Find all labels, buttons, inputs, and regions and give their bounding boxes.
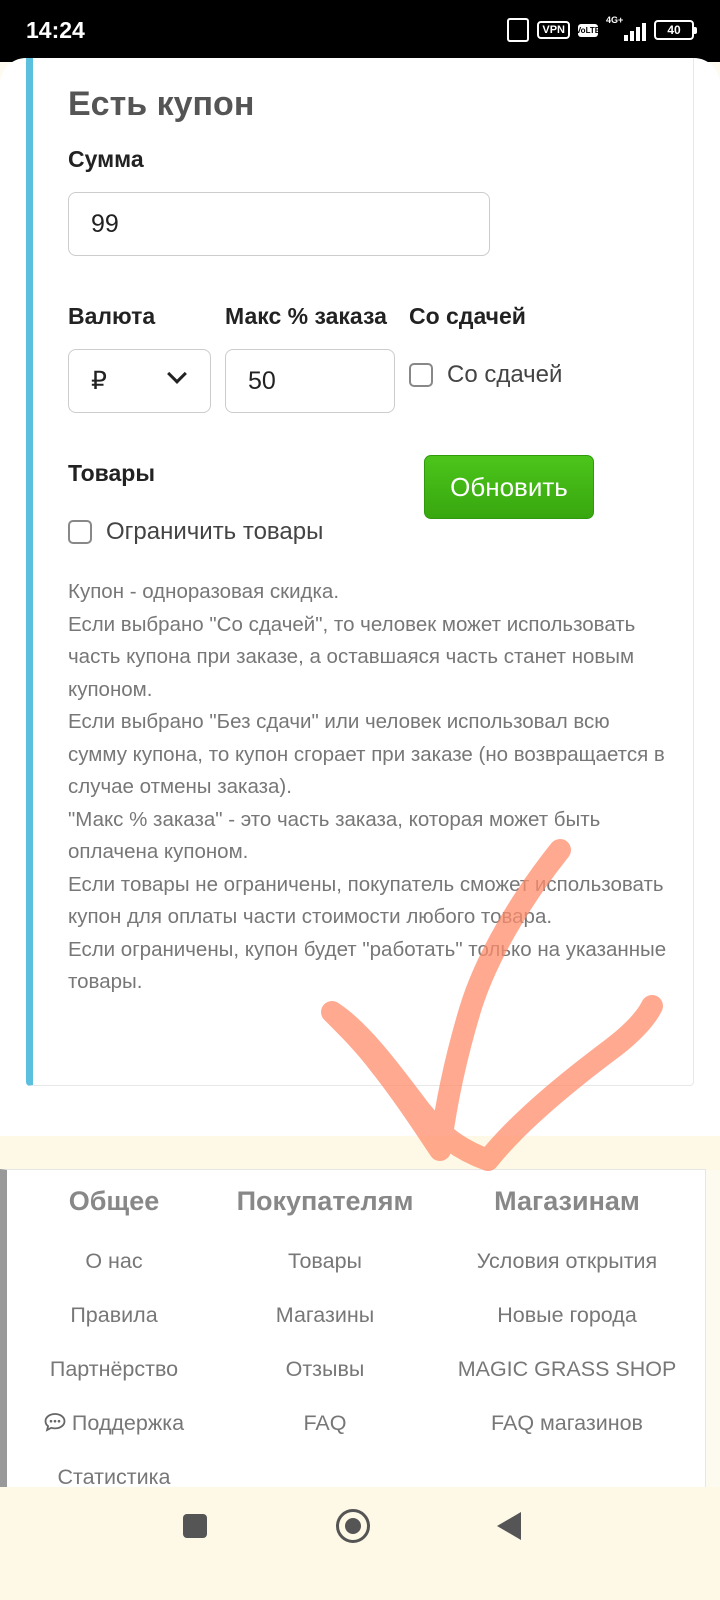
rotate-icon xyxy=(507,18,530,42)
chat-icon xyxy=(44,1413,66,1432)
footer-band xyxy=(0,1136,720,1170)
change-checkbox-label: Со сдачей xyxy=(447,361,563,388)
currency-value: ₽ xyxy=(91,367,107,395)
currency-select[interactable]: ₽ xyxy=(68,349,211,413)
update-button[interactable]: Обновить xyxy=(424,455,594,519)
footer-link-faq[interactable]: FAQ xyxy=(225,1411,425,1436)
footer-col-buyers-title: Покупателям xyxy=(236,1186,414,1216)
help-line: Если ограничены, купон будет "работать" … xyxy=(68,937,667,994)
currency-label: Валюта xyxy=(68,303,156,329)
navigation-bar xyxy=(0,1487,720,1600)
footer-col-shops-title: Магазинам xyxy=(494,1186,640,1216)
status-bar: 14:24 VPN Vo LTE 4G+ 40 xyxy=(0,0,720,62)
coupon-help-text: Купон - одноразовая скидка. Если выбрано… xyxy=(68,576,668,999)
amount-label: Сумма xyxy=(68,146,144,172)
status-icons: VPN Vo LTE 4G+ 40 xyxy=(507,15,697,42)
footer-link-partnership[interactable]: Партнёрство xyxy=(14,1357,214,1382)
footer-link-opening-terms[interactable]: Условия открытия xyxy=(447,1249,687,1274)
volte-top: Vo xyxy=(575,25,586,35)
help-line: Если выбрано "Без сдачи" или человек исп… xyxy=(68,710,665,798)
help-line: "Макс % заказа" - это часть заказа, кото… xyxy=(68,807,601,864)
coupon-title: Есть купон xyxy=(68,85,255,123)
limit-goods-row[interactable]: Ограничить товары xyxy=(68,518,323,546)
footer-link-shops-faq[interactable]: FAQ магазинов xyxy=(447,1411,687,1436)
network-type: 4G+ xyxy=(606,15,624,25)
back-icon[interactable] xyxy=(497,1512,521,1540)
limit-goods-checkbox[interactable] xyxy=(68,520,92,544)
footer-link-goods[interactable]: Товары xyxy=(225,1249,425,1274)
footer xyxy=(0,1169,706,1489)
max-percent-value: 50 xyxy=(248,366,276,395)
max-percent-input[interactable]: 50 xyxy=(225,349,395,413)
max-percent-label: Макс % заказа xyxy=(225,303,387,329)
goods-label: Товары xyxy=(68,460,155,486)
footer-link-reviews[interactable]: Отзывы xyxy=(225,1357,425,1382)
footer-link-magic-grass-shop[interactable]: MAGIC GRASS SHOP xyxy=(447,1357,687,1382)
footer-link-rules[interactable]: Правила xyxy=(14,1303,214,1328)
footer-link-support-label: Поддержка xyxy=(71,1411,185,1435)
signal-icon: 4G+ xyxy=(606,15,646,41)
change-checkbox[interactable] xyxy=(409,363,433,387)
volte-bottom: LTE xyxy=(585,25,601,35)
footer-link-support[interactable]: Поддержка xyxy=(14,1411,214,1436)
status-time: 14:24 xyxy=(26,17,85,43)
volte-icon: Vo LTE xyxy=(575,23,601,37)
amount-value: 99 xyxy=(91,209,119,238)
help-line: Купон - одноразовая скидка. xyxy=(68,580,340,603)
footer-link-shops[interactable]: Магазины xyxy=(225,1303,425,1328)
help-line: Если выбрано "Со сдачей", то человек мож… xyxy=(68,612,636,701)
footer-link-new-cities[interactable]: Новые города xyxy=(447,1303,687,1328)
recents-icon[interactable] xyxy=(183,1514,207,1538)
chevron-down-icon xyxy=(167,364,187,384)
battery-icon: 40 xyxy=(654,20,697,40)
footer-col-general-title: Общее xyxy=(68,1186,160,1216)
footer-link-about[interactable]: О нас xyxy=(14,1249,214,1274)
home-icon[interactable] xyxy=(336,1509,370,1543)
amount-input[interactable]: 99 xyxy=(68,192,490,256)
battery-level: 40 xyxy=(667,23,681,37)
limit-goods-label: Ограничить товары xyxy=(106,518,324,545)
change-checkbox-row[interactable]: Со сдачей xyxy=(409,361,562,389)
vpn-icon: VPN xyxy=(537,21,570,39)
help-line: Если товары не ограничены, покупатель см… xyxy=(68,872,664,929)
change-label: Со сдачей xyxy=(409,303,526,329)
